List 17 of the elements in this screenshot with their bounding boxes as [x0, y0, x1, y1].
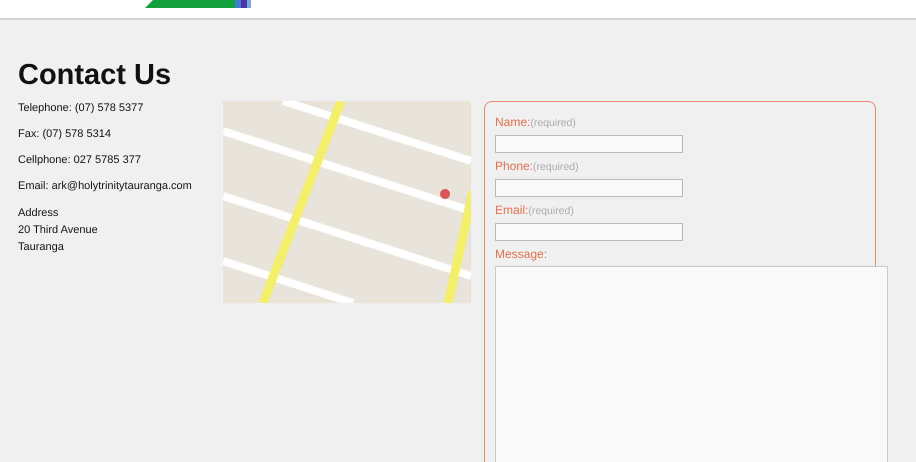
address-line: Tauranga [18, 240, 64, 255]
address-line: 20 Third Avenue [18, 223, 98, 238]
field-label: Message: [495, 246, 548, 262]
contact-detail: Fax: (07) 578 5314 [18, 127, 112, 141]
field-label: Phone:(required) [495, 158, 579, 175]
message-field[interactable] [495, 266, 888, 462]
text-field[interactable] [495, 135, 683, 153]
text-field[interactable] [495, 223, 683, 241]
contact-detail: Telephone: (07) 578 5377 [18, 101, 144, 115]
text-field[interactable] [495, 179, 683, 197]
contact-detail: Email: ark@holytrinitytauranga.com [18, 179, 193, 193]
page-heading: Contact Us [18, 58, 172, 92]
contact-detail: Cellphone: 027 5785 377 [18, 153, 142, 167]
field-label: Name:(required) [495, 114, 576, 131]
address-line: Address [18, 206, 58, 221]
logo-icon [145, 0, 251, 8]
field-label: Email:(required) [495, 202, 574, 219]
